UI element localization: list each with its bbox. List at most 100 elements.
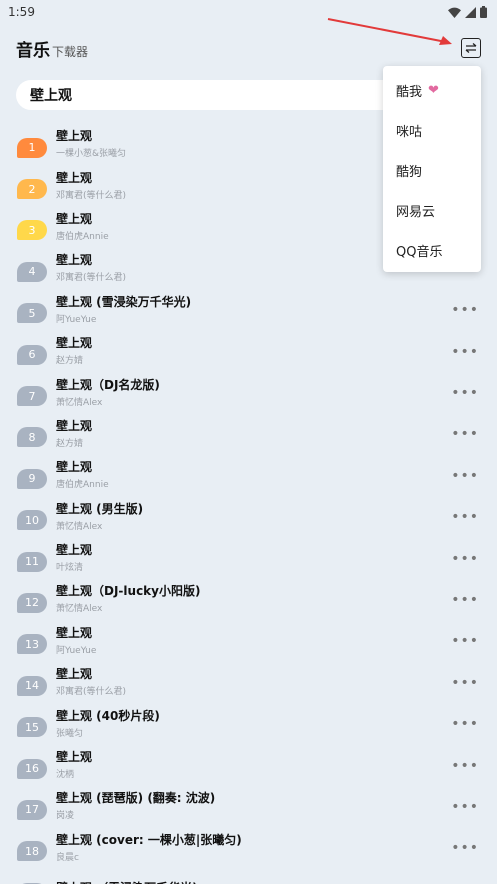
more-options-icon[interactable]: ••• xyxy=(451,469,479,483)
more-options-icon[interactable]: ••• xyxy=(451,510,479,524)
search-query: 壁上观 xyxy=(30,88,72,104)
song-artist: 岗凌 xyxy=(56,811,75,822)
rank-badge: 16 xyxy=(17,758,47,779)
song-info: 壁上观 沈柄 xyxy=(56,749,92,782)
song-info: 壁上观 唐伯虎Annie xyxy=(56,459,109,492)
song-title: 壁上观 (cover: 一棵小葱|张曦匀) xyxy=(56,832,242,847)
song-artist: 阿YueYue xyxy=(56,645,97,656)
menu-item-kuwo[interactable]: 酷我 ❤ xyxy=(383,70,481,110)
status-bar: 1:59 xyxy=(0,0,497,24)
menu-item-label: 酷狗 xyxy=(396,164,423,180)
song-info: 壁上观邓寓君(等什么君) xyxy=(56,666,126,699)
song-row[interactable]: 7 壁上观（DJ名龙版) 萧忆情Alex ••• xyxy=(0,372,497,413)
rank-badge: 8 xyxy=(17,427,47,448)
menu-item-label: 网易云 xyxy=(396,204,436,220)
song-title: 壁上观 xyxy=(56,253,93,268)
song-row[interactable]: 6 壁上观 赵方婧 ••• xyxy=(0,331,497,372)
song-title: 壁上观 (琵琶版) (翻奏: 沈波) xyxy=(56,791,216,806)
song-title: 壁上观（DJ-lucky小阳版) xyxy=(56,584,201,599)
song-artist: 邓寓君(等什么君) xyxy=(56,190,127,201)
battery-icon xyxy=(480,6,487,18)
song-row[interactable]: 8 壁上观 赵方婧 ••• xyxy=(0,414,497,455)
song-row[interactable]: 5 壁上观 (雪浸染万千华光) 阿YueYue ••• xyxy=(0,290,497,331)
heart-icon: ❤ xyxy=(428,82,439,98)
more-options-icon[interactable]: ••• xyxy=(451,759,479,773)
song-row[interactable]: 18 壁上观 (cover: 一棵小葱|张曦匀) 良晨c ••• xyxy=(0,828,497,869)
song-title: 壁上观 xyxy=(56,460,93,475)
song-info: 壁上观 一棵小葱&张曦匀 xyxy=(56,128,126,161)
menu-item-qqmusic[interactable]: QQ音乐 xyxy=(383,230,481,270)
song-artist: 良晨c xyxy=(56,852,79,863)
song-title: 壁上观 xyxy=(56,667,93,682)
song-row[interactable]: 15 壁上观 (40秒片段) 张曦匀 ••• xyxy=(0,703,497,744)
song-info: 壁上观 （雪浸染万千华光) xyxy=(56,880,198,884)
song-title: 壁上观 xyxy=(56,625,93,640)
song-row[interactable]: 13 壁上观 阿YueYue ••• xyxy=(0,621,497,662)
song-title: 壁上观 (男生版) xyxy=(56,501,144,516)
rank-badge: 12 xyxy=(17,592,47,613)
menu-item-label: 酷我 xyxy=(396,84,423,100)
source-menu: 酷我 ❤ 咪咕 酷狗 网易云 QQ音乐 xyxy=(383,66,481,272)
song-row[interactable]: 12 壁上观（DJ-lucky小阳版) 萧忆情Alex ••• xyxy=(0,579,497,620)
rank-badge: 11 xyxy=(17,551,47,572)
menu-item-netease[interactable]: 网易云 xyxy=(383,190,481,230)
rank-badge: 5 xyxy=(17,303,47,324)
song-row[interactable]: 14 壁上观邓寓君(等什么君) ••• xyxy=(0,662,497,703)
menu-item-label: QQ音乐 xyxy=(396,244,443,260)
song-title: 壁上观 xyxy=(56,129,93,144)
song-info: 壁上观阿YueYue xyxy=(56,625,96,658)
more-options-icon[interactable]: ••• xyxy=(451,634,479,648)
menu-item-kugou[interactable]: 酷狗 xyxy=(383,150,481,190)
song-info: 壁上观（DJ-lucky小阳版) 萧忆情Alex xyxy=(56,583,200,616)
more-options-icon[interactable]: ••• xyxy=(451,303,479,317)
rank-badge: 9 xyxy=(17,468,47,489)
song-title: 壁上观 (40秒片段) xyxy=(56,708,160,723)
rank-badge: 2 xyxy=(17,179,47,200)
song-artist: 萧忆情Alex xyxy=(56,397,103,408)
song-artist: 邓寓君(等什么君) xyxy=(56,687,127,698)
song-info: 壁上观 邓寓君(等什么君) xyxy=(56,252,126,285)
rank-badge: 6 xyxy=(17,344,47,365)
rank-badge: 10 xyxy=(17,510,47,531)
app-subtitle: 下载器 xyxy=(52,44,89,59)
song-info: 壁上观 赵方婧 xyxy=(56,418,92,451)
song-title: 壁上观 xyxy=(56,211,93,226)
more-options-icon[interactable]: ••• xyxy=(451,345,479,359)
more-options-icon[interactable]: ••• xyxy=(451,676,479,690)
song-info: 壁上观 叶炫清 xyxy=(56,542,92,575)
more-options-icon[interactable]: ••• xyxy=(451,593,479,607)
app-title: 音乐 xyxy=(16,40,50,61)
rank-badge: 18 xyxy=(17,841,47,862)
menu-item-migu[interactable]: 咪咕 xyxy=(383,110,481,150)
song-artist: 萧忆情Alex xyxy=(56,604,103,615)
rank-badge: 1 xyxy=(17,137,47,158)
rank-badge: 17 xyxy=(17,799,47,820)
song-row[interactable]: 19壁上观 （雪浸染万千华光)••• xyxy=(0,869,497,884)
song-row[interactable]: 10 壁上观 (男生版) 萧忆情Alex ••• xyxy=(0,497,497,538)
more-options-icon[interactable]: ••• xyxy=(451,427,479,441)
song-title: 壁上观 xyxy=(56,170,93,185)
song-row[interactable]: 17 壁上观 (琵琶版) (翻奏: 沈波) 岗凌 ••• xyxy=(0,786,497,827)
swap-icon xyxy=(465,43,477,53)
more-options-icon[interactable]: ••• xyxy=(451,717,479,731)
more-options-icon[interactable]: ••• xyxy=(451,841,479,855)
title-group: 音乐 下载器 xyxy=(16,36,88,61)
more-options-icon[interactable]: ••• xyxy=(451,552,479,566)
signal-icon xyxy=(465,6,476,18)
switch-source-button[interactable] xyxy=(461,38,481,58)
status-icons xyxy=(448,6,487,18)
song-row[interactable]: 9 壁上观 唐伯虎Annie ••• xyxy=(0,455,497,496)
app-header: 音乐 下载器 xyxy=(0,24,497,72)
song-artist: 赵方婧 xyxy=(56,438,84,449)
status-time: 1:59 xyxy=(8,5,35,19)
song-row[interactable]: 16 壁上观 沈柄 ••• xyxy=(0,745,497,786)
song-title: 壁上观 （雪浸染万千华光) xyxy=(56,880,198,884)
more-options-icon[interactable]: ••• xyxy=(451,800,479,814)
song-info: 壁上观 (雪浸染万千华光) 阿YueYue xyxy=(56,294,191,327)
rank-badge: 14 xyxy=(17,675,47,696)
song-title: 壁上观 (雪浸染万千华光) xyxy=(56,294,192,309)
song-row[interactable]: 11 壁上观 叶炫清 ••• xyxy=(0,538,497,579)
more-options-icon[interactable]: ••• xyxy=(451,386,479,400)
song-info: 壁上观 赵方婧 xyxy=(56,335,92,368)
wifi-icon xyxy=(448,7,461,18)
